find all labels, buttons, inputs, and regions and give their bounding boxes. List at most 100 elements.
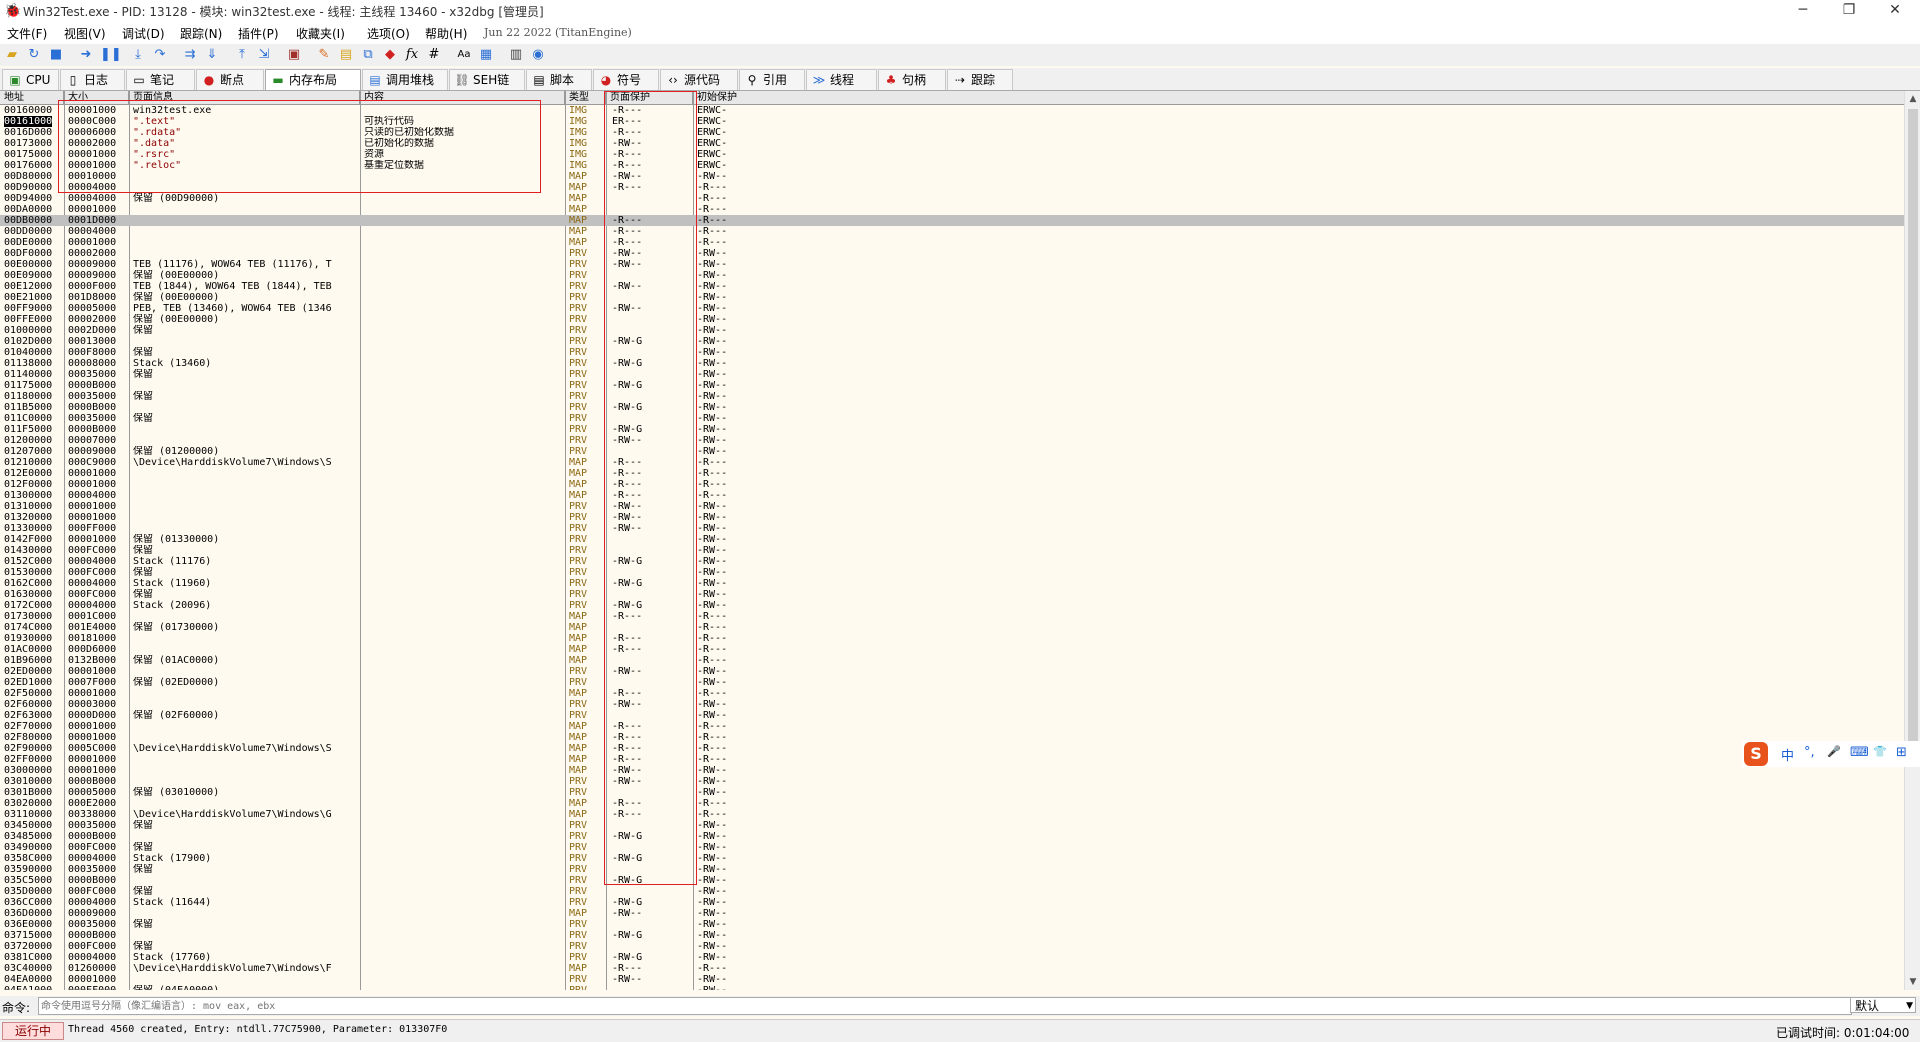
ime-punctuation-icon[interactable]: °,	[1804, 745, 1815, 760]
table-row[interactable]: 00E12000 0000F000 TEB (1844), WOW64 TEB (1…	[0, 281, 1904, 292]
table-row[interactable]: 01320000 00001000 PRV -RW-- -RW--	[0, 512, 1904, 523]
restart-icon[interactable]: ↻	[26, 47, 42, 63]
table-row[interactable]: 03715000 0000B000 PRV -RW-G -RW--	[0, 930, 1904, 941]
table-row[interactable]: 01310000 00001000 PRV -RW-- -RW--	[0, 501, 1904, 512]
sogou-logo-icon[interactable]: S	[1744, 742, 1768, 766]
table-row[interactable]: 00DD0000 00004000 MAP -R--- -R---	[0, 226, 1904, 237]
table-row[interactable]: 012F0000 00001000 MAP -R--- -R---	[0, 479, 1904, 490]
scroll-up-icon[interactable]: ▲	[1905, 91, 1920, 107]
table-row[interactable]: 00FF9000 00005000 PEB, TEB (13460), WOW64 …	[0, 303, 1904, 314]
table-row[interactable]: 01330000 000FF000 PRV -RW-- -RW--	[0, 523, 1904, 534]
tab-threads[interactable]: ≫ 线程	[806, 69, 877, 90]
comments-icon[interactable]: ▤	[338, 47, 354, 63]
step-into-icon[interactable]: ⤓	[130, 47, 146, 63]
tab-call-stack[interactable]: ▤ 调用堆栈	[362, 69, 448, 90]
execute-till-return-icon[interactable]: ⤒	[234, 47, 250, 63]
menu-favourites[interactable]: 收藏夹(I)	[296, 25, 345, 42]
table-row[interactable]: 02F63000 0000D000 保留 (02F60000) PRV -RW--	[0, 710, 1904, 721]
tab-notes[interactable]: ▭ 笔记	[126, 69, 195, 90]
table-row[interactable]: 0174C000 001E4000 保留 (01730000) MAP -R---	[0, 622, 1904, 633]
tab-handles[interactable]: ♣ 句柄	[878, 69, 946, 90]
table-row[interactable]: 036E0000 00035000 保留 PRV -RW--	[0, 919, 1904, 930]
table-row[interactable]: 04EA1000 000FF000 保留 (04EA0000) PRV -RW--	[0, 985, 1904, 990]
table-row[interactable]: 02F80000 00001000 MAP -R--- -R---	[0, 732, 1904, 743]
run-icon[interactable]: ➜	[78, 47, 94, 63]
table-row[interactable]: 01430000 000FC000 保留 PRV -RW--	[0, 545, 1904, 556]
table-row[interactable]: 02F60000 00003000 PRV -RW-- -RW--	[0, 699, 1904, 710]
table-row[interactable]: 0301B000 00005000 保留 (03010000) PRV -RW--	[0, 787, 1904, 798]
table-row[interactable]: 035D0000 000FC000 保留 PRV -RW--	[0, 886, 1904, 897]
menu-file[interactable]: 文件(F)	[7, 25, 47, 42]
scroll-thumb[interactable]	[1908, 109, 1918, 749]
table-row[interactable]: 00E21000 001D8000 保留 (00E00000) PRV -RW--	[0, 292, 1904, 303]
table-row[interactable]: 011F5000 0000B000 PRV -RW-G -RW--	[0, 424, 1904, 435]
ime-microphone-icon[interactable]: 🎤	[1827, 745, 1841, 758]
tab-breakpoints[interactable]: ● 断点	[196, 69, 264, 90]
font-icon[interactable]: Aa	[456, 47, 472, 63]
memory-map-table[interactable]: 地址 大小 页面信息 内容 类型 页面保护 初始保护 00160000 00001…	[0, 91, 1904, 990]
table-row[interactable]: 01930000 00181000 MAP -R--- -R---	[0, 633, 1904, 644]
run-to-user-code-icon[interactable]: ⇲	[256, 47, 272, 63]
menu-debug[interactable]: 调试(D)	[122, 25, 165, 42]
tab-seh-chain[interactable]: ⛓ SEH链	[449, 69, 525, 90]
table-row[interactable]: 01AC0000 000D6000 MAP -R--- -R---	[0, 644, 1904, 655]
table-row[interactable]: 03C40000 01260000 \Device\HarddiskVolume7\…	[0, 963, 1904, 974]
maximize-button[interactable]: ❐	[1826, 0, 1872, 22]
table-row[interactable]: 03000000 00001000 MAP -RW-- -RW--	[0, 765, 1904, 776]
table-row[interactable]: 01207000 00009000 保留 (01200000) PRV -RW--	[0, 446, 1904, 457]
ime-skin-icon[interactable]: 👕	[1873, 745, 1887, 758]
ime-chinese-toggle[interactable]: 中	[1781, 745, 1794, 764]
command-input[interactable]	[38, 997, 1852, 1015]
table-row[interactable]: 03010000 0000B000 PRV -RW-- -RW--	[0, 776, 1904, 787]
header-type[interactable]: 类型	[565, 91, 606, 104]
table-row[interactable]: 00FFE000 00002000 保留 (00E00000) PRV -RW--	[0, 314, 1904, 325]
tab-script[interactable]: ▤ 脚本	[526, 69, 592, 90]
table-row[interactable]: 01300000 00004000 MAP -R--- -R---	[0, 490, 1904, 501]
settings-icon[interactable]: ▥	[508, 47, 524, 63]
table-row[interactable]: 00DF0000 00002000 PRV -RW-- -RW--	[0, 248, 1904, 259]
step-over-icon[interactable]: ↷	[152, 47, 168, 63]
minimize-button[interactable]: ─	[1780, 0, 1826, 22]
table-row[interactable]: 02F50000 00001000 MAP -R--- -R---	[0, 688, 1904, 699]
table-row[interactable]: 03490000 000FC000 保留 PRV -RW--	[0, 842, 1904, 853]
command-mode-select[interactable]: 默认 ▼	[1850, 997, 1916, 1013]
table-row[interactable]: 02ED0000 00001000 PRV -RW-- -RW--	[0, 666, 1904, 677]
table-row[interactable]: 02ED1000 0007F000 保留 (02ED0000) PRV -RW--	[0, 677, 1904, 688]
globe-icon[interactable]: ◉	[530, 47, 546, 63]
table-row[interactable]: 03485000 0000B000 PRV -RW-G -RW--	[0, 831, 1904, 842]
table-row[interactable]: 00E09000 00009000 保留 (00E00000) PRV -RW--	[0, 270, 1904, 281]
table-row[interactable]: 0102D000 00013000 PRV -RW-G -RW--	[0, 336, 1904, 347]
table-row[interactable]: 036D0000 00009000 MAP -RW-- -RW--	[0, 908, 1904, 919]
menu-help[interactable]: 帮助(H)	[425, 25, 467, 42]
table-row[interactable]: 00DE0000 00001000 MAP -R--- -R---	[0, 237, 1904, 248]
table-row[interactable]: 02F90000 0005C000 \Device\HarddiskVolume7\…	[0, 743, 1904, 754]
menu-view[interactable]: 视图(V)	[64, 25, 106, 42]
close-button[interactable]: ✕	[1872, 0, 1918, 22]
table-row[interactable]: 02F70000 00001000 MAP -R--- -R---	[0, 721, 1904, 732]
calculator-icon[interactable]: ▦	[478, 47, 494, 63]
table-row[interactable]: 03450000 00035000 保留 PRV -RW--	[0, 820, 1904, 831]
vertical-scrollbar[interactable]: ▲ ▼	[1904, 91, 1920, 990]
stop-icon[interactable]: ■	[48, 47, 64, 63]
table-row[interactable]: 01200000 00007000 PRV -RW-- -RW--	[0, 435, 1904, 446]
table-row[interactable]: 01210000 000C9000 \Device\HarddiskVolume7\…	[0, 457, 1904, 468]
table-row[interactable]: 01040000 000F8000 保留 PRV -RW--	[0, 347, 1904, 358]
labels-icon[interactable]: ⧉	[360, 47, 376, 63]
table-row[interactable]: 01B96000 0132B000 保留 (01AC0000) MAP -R---	[0, 655, 1904, 666]
table-row[interactable]: 0142F000 00001000 保留 (01330000) PRV -RW--	[0, 534, 1904, 545]
table-row[interactable]: 04EA0000 00001000 PRV -RW-- -RW--	[0, 974, 1904, 985]
menu-plugins[interactable]: 插件(P)	[238, 25, 279, 42]
table-row[interactable]: 03020000 000E2000 MAP -R--- -R---	[0, 798, 1904, 809]
scroll-down-icon[interactable]: ▼	[1905, 974, 1920, 990]
table-row[interactable]: 01530000 000FC000 保留 PRV -RW--	[0, 567, 1904, 578]
table-row[interactable]: 0152C000 00004000 Stack (11176) PRV -RW-G -RW…	[0, 556, 1904, 567]
table-row[interactable]: 012E0000 00001000 MAP -R--- -R---	[0, 468, 1904, 479]
bookmarks-icon[interactable]: ◆	[382, 47, 398, 63]
table-row[interactable]: 00D94000 00004000 保留 (00D90000) MAP -R---	[0, 193, 1904, 204]
table-row[interactable]: 01180000 00035000 保留 PRV -RW--	[0, 391, 1904, 402]
table-row[interactable]: 00DB0000 0001D000 MAP -R--- -R---	[0, 215, 1904, 226]
tab-symbols[interactable]: ◕ 符号	[593, 69, 659, 90]
table-row[interactable]: 00E00000 00009000 TEB (11176), WOW64 TEB (…	[0, 259, 1904, 270]
menu-trace[interactable]: 跟踪(N)	[180, 25, 222, 42]
table-row[interactable]: 01000000 0002D000 保留 PRV -RW--	[0, 325, 1904, 336]
